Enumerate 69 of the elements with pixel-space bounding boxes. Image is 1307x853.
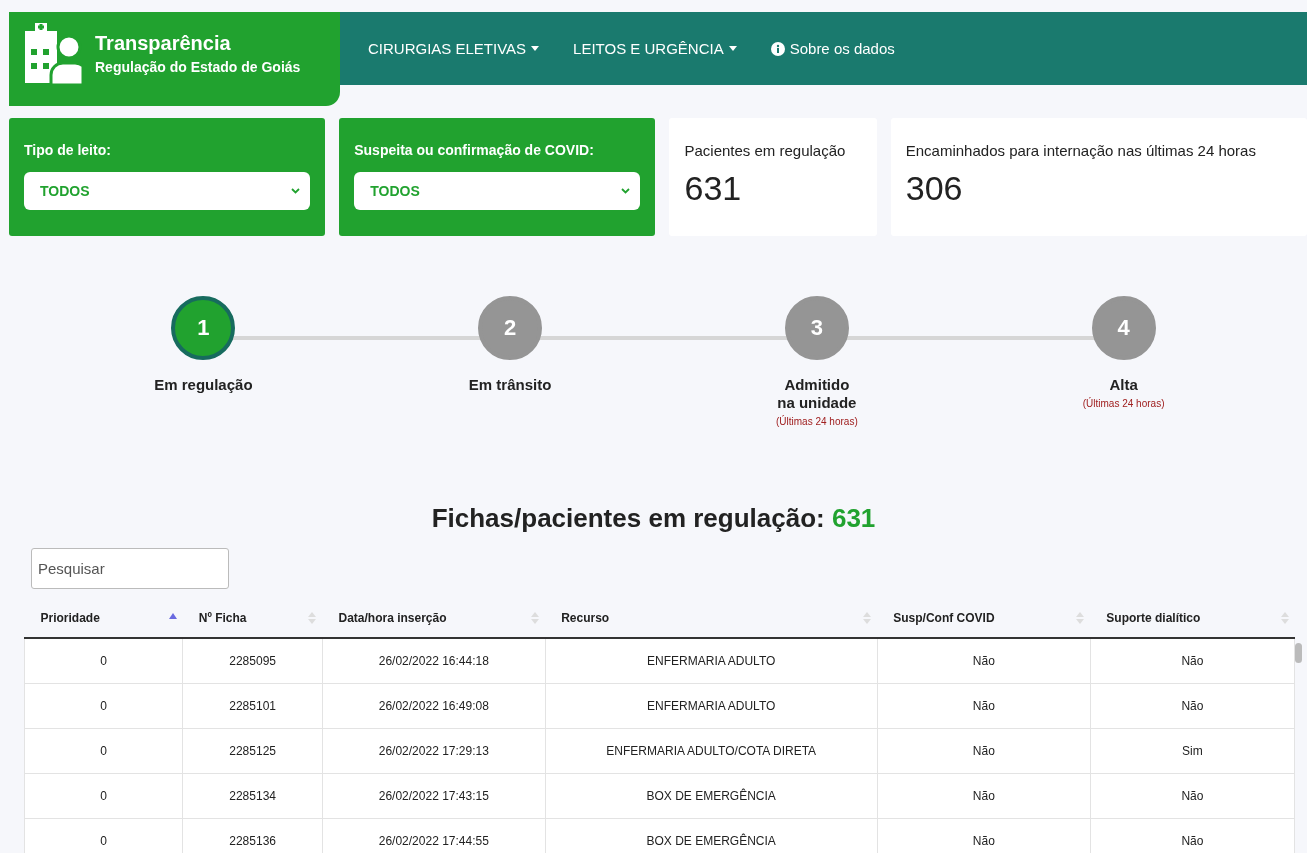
table-cell: Não [1181,834,1204,848]
table-cell: 26/02/2022 17:44:55 [378,834,489,848]
table-cell: 26/02/2022 17:43:15 [378,789,489,803]
column-header[interactable]: Data/hora inserção [338,611,447,625]
step-label: Alta [1109,376,1138,394]
table-cell: 0 [100,834,107,848]
column-header[interactable]: Prioridade [40,611,100,625]
stat-label: Encaminhados para internação nas últimas 24 horas [905,142,1257,159]
patient-count: 631 [831,503,876,533]
table-cell: Não [972,699,995,713]
nav-link[interactable]: LEITOS E URGÊNCIA [573,40,737,57]
table-cell: Não [1181,654,1204,668]
stat-label: Pacientes em regulação [684,142,847,159]
chevron-down-icon [291,188,301,194]
table-cell: Sim [1182,744,1203,758]
table-cell: 26/02/2022 16:44:18 [378,654,489,668]
dropdown-select[interactable]: TODOS [354,172,641,210]
table-cell: ENFERMARIA ADULTO [647,699,776,713]
table-cell: 2285095 [229,654,276,668]
step-circle[interactable]: 2 [478,296,543,360]
step-note: (Últimas 24 horas) [776,416,858,427]
column-header[interactable]: Susp/Conf COVID [893,611,995,625]
table-cell: 26/02/2022 17:29:13 [378,744,489,758]
step-circle[interactable]: 4 [1091,296,1156,360]
section-title: Fichas/pacientes em regulação: [431,503,825,533]
column-header[interactable]: Suporte dialítico [1106,611,1201,625]
column-header[interactable]: Nº Ficha [198,611,247,625]
step-label: Em regulação [154,376,253,394]
table-cell: 2285125 [229,744,276,758]
table-cell: 2285136 [229,834,276,848]
table-cell: BOX DE EMERGÊNCIA [646,834,776,848]
filter-label: Tipo de leito: [24,142,112,158]
table-cell: 2285134 [229,789,276,803]
stat-value: 306 [905,169,964,208]
nav-link[interactable]: CIRURGIAS ELETIVAS [368,40,540,57]
filter-label: Suspeita ou confirmação de COVID: [354,142,595,158]
step-label: Em trânsito [468,376,552,394]
step-label: Admitido na unidade [777,376,857,412]
table-cell: Não [972,834,995,848]
scrollbar-thumb[interactable] [1295,643,1302,663]
step-note: (Últimas 24 horas) [1082,398,1165,409]
search-field[interactable]: Pesquisar [31,548,229,589]
table-cell: 0 [100,699,107,713]
column-header[interactable]: Recurso [561,611,610,625]
table-cell: 0 [100,789,107,803]
nav-link[interactable]: Sobre os dados [770,40,895,57]
table-cell: 2285101 [229,699,276,713]
table-cell: 26/02/2022 16:49:08 [378,699,489,713]
table-cell: Não [972,789,995,803]
info-icon [770,41,785,56]
table-cell: 0 [100,654,107,668]
table-cell: BOX DE EMERGÊNCIA [646,789,776,803]
table-cell: ENFERMARIA ADULTO [647,654,776,668]
table-cell: ENFERMARIA ADULTO/COTA DIRETA [606,744,817,758]
table-cell: 0 [100,744,107,758]
step-circle[interactable]: 1 [171,296,236,360]
brand-subtitle: Regulação do Estado de Goiás [95,58,301,75]
hospital-person-icon [23,21,83,85]
table-cell: Não [1181,789,1204,803]
table-cell: Não [1181,699,1204,713]
dropdown-select[interactable]: TODOS [24,172,311,210]
step-circle[interactable]: 3 [784,296,849,360]
caret-icon [728,46,737,51]
table-cell: Não [972,744,995,758]
stat-value: 631 [684,169,743,208]
table-cell: Não [972,654,995,668]
caret-icon [531,46,540,51]
brand-title: Transparência [95,31,232,55]
chevron-down-icon [621,188,631,194]
